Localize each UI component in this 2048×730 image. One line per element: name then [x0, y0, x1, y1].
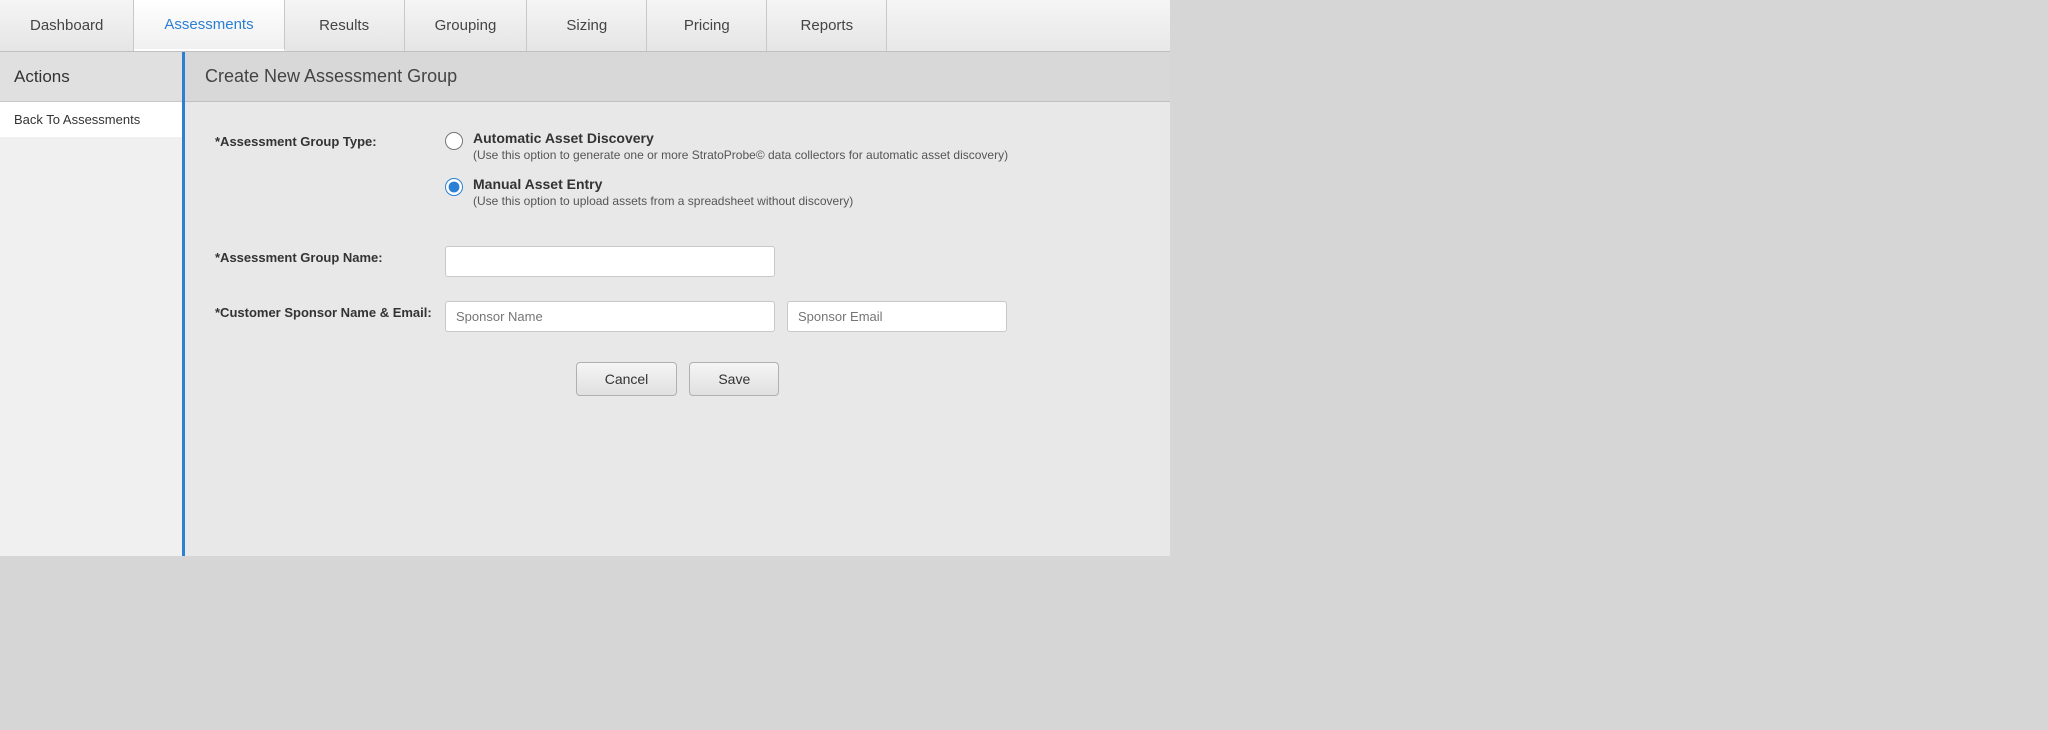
assessment-group-name-row: *Assessment Group Name:: [215, 246, 1140, 277]
radio-manual[interactable]: [445, 178, 463, 196]
tab-pricing[interactable]: Pricing: [647, 0, 767, 51]
tab-reports[interactable]: Reports: [767, 0, 887, 51]
radio-group: Automatic Asset Discovery (Use this opti…: [445, 130, 1140, 222]
tab-grouping[interactable]: Grouping: [405, 0, 528, 51]
tab-results[interactable]: Results: [285, 0, 405, 51]
radio-option-manual: Manual Asset Entry (Use this option to u…: [445, 176, 1140, 208]
radio-automatic[interactable]: [445, 132, 463, 150]
radio-manual-desc: (Use this option to upload assets from a…: [473, 194, 853, 208]
tab-sizing[interactable]: Sizing: [527, 0, 647, 51]
assessment-group-name-label: *Assessment Group Name:: [215, 246, 445, 265]
sponsor-email-input[interactable]: [787, 301, 1007, 332]
form-body: *Assessment Group Type: Automatic Asset …: [185, 102, 1170, 424]
cancel-button[interactable]: Cancel: [576, 362, 678, 396]
sponsor-name-input[interactable]: [445, 301, 775, 332]
radio-option-automatic: Automatic Asset Discovery (Use this opti…: [445, 130, 1140, 162]
sidebar-item-back-to-assessments[interactable]: Back To Assessments: [0, 102, 182, 137]
assessment-group-type-row: *Assessment Group Type: Automatic Asset …: [215, 130, 1140, 222]
assessment-group-name-input[interactable]: [445, 246, 775, 277]
radio-manual-label[interactable]: Manual Asset Entry: [473, 176, 853, 192]
form-panel: Create New Assessment Group *Assessment …: [185, 52, 1170, 556]
assessment-group-type-label: *Assessment Group Type:: [215, 130, 445, 149]
customer-sponsor-row: *Customer Sponsor Name & Email:: [215, 301, 1140, 332]
tab-dashboard[interactable]: Dashboard: [0, 0, 134, 51]
tab-bar: Dashboard Assessments Results Grouping S…: [0, 0, 1170, 52]
main-content: Actions Back To Assessments Create New A…: [0, 52, 1170, 556]
sidebar-header: Actions: [0, 52, 182, 102]
tab-assessments[interactable]: Assessments: [134, 0, 284, 51]
save-button[interactable]: Save: [689, 362, 779, 396]
customer-sponsor-label: *Customer Sponsor Name & Email:: [215, 301, 445, 320]
radio-automatic-label[interactable]: Automatic Asset Discovery: [473, 130, 1008, 146]
radio-automatic-desc: (Use this option to generate one or more…: [473, 148, 1008, 162]
form-title: Create New Assessment Group: [185, 52, 1170, 102]
button-row: Cancel Save: [215, 362, 1140, 396]
sidebar: Actions Back To Assessments: [0, 52, 185, 556]
sponsor-inputs: [445, 301, 1140, 332]
